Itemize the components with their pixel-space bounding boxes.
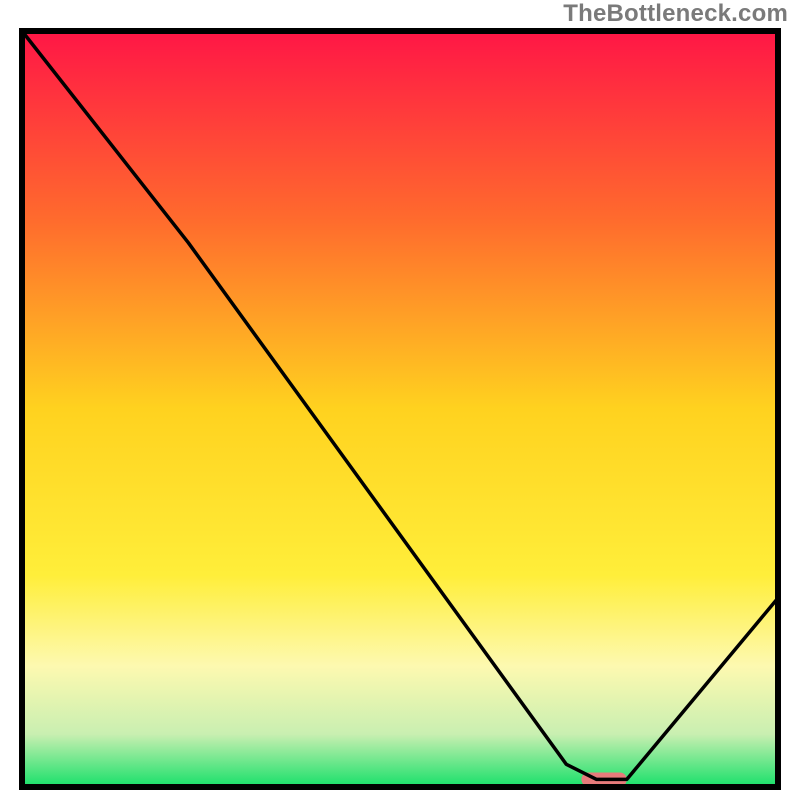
chart-svg <box>19 28 781 790</box>
chart-container: TheBottleneck.com <box>0 0 800 800</box>
bottleneck-chart <box>19 28 781 790</box>
gradient-background <box>22 31 778 787</box>
watermark-text: TheBottleneck.com <box>563 0 788 28</box>
